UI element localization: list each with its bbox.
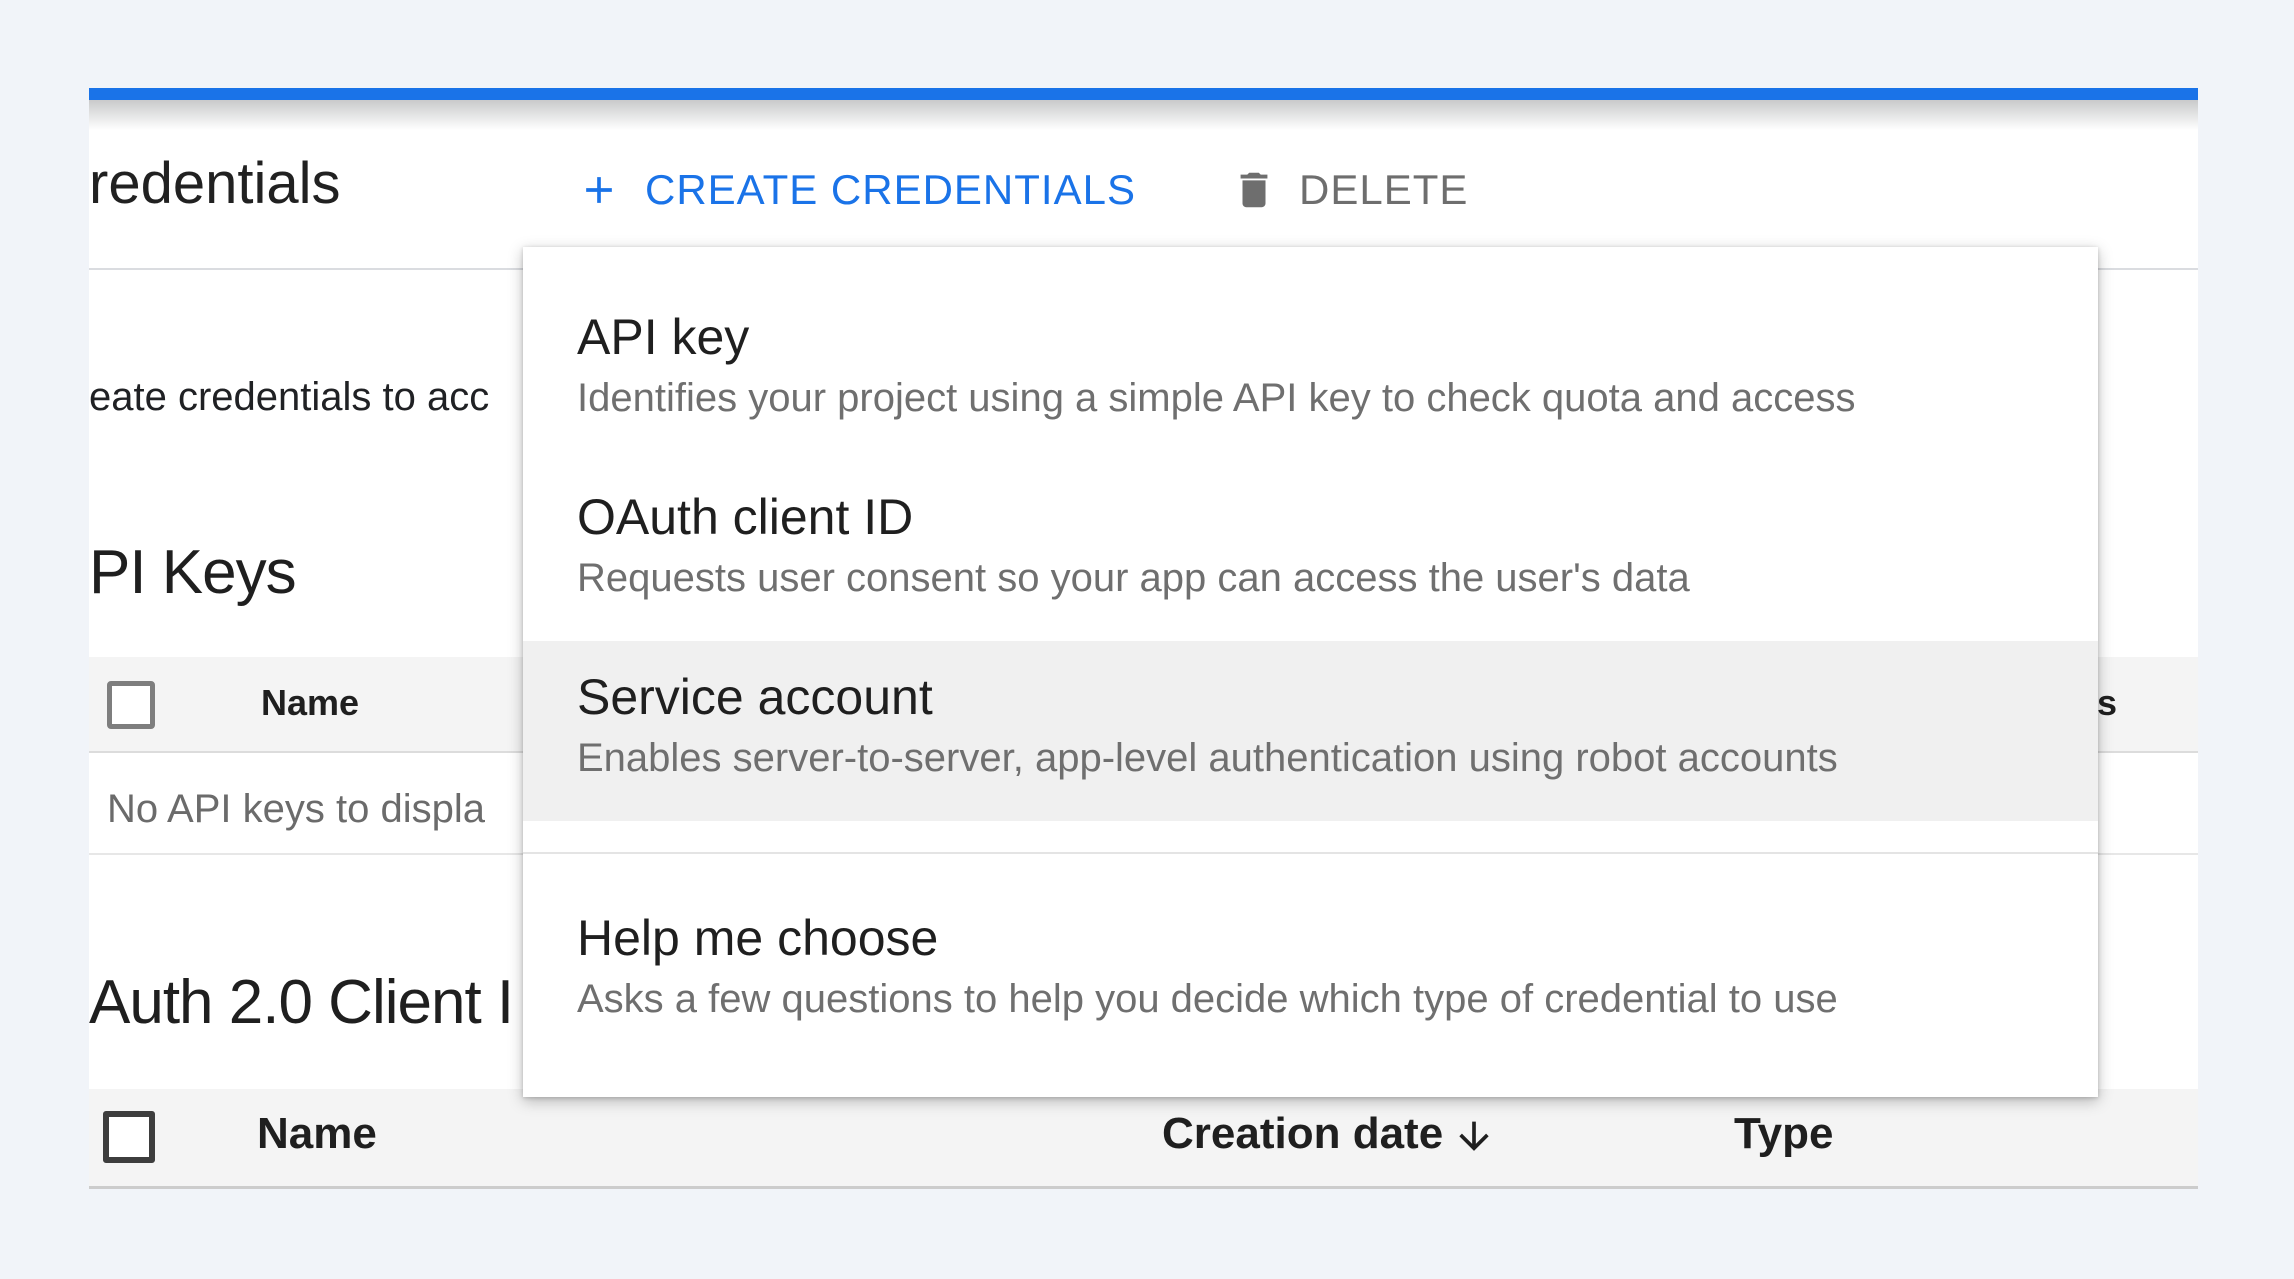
menu-item-title: OAuth client ID [577, 485, 2044, 549]
header-shadow [89, 100, 2198, 130]
menu-item-title: API key [577, 305, 2044, 369]
select-all-api-keys-checkbox[interactable] [107, 681, 155, 729]
select-all-oauth-clients-checkbox[interactable] [103, 1111, 155, 1163]
menu-item-service-account[interactable]: Service account Enables server-to-server… [523, 641, 2098, 821]
api-keys-name-column-header[interactable]: Name [261, 682, 359, 724]
api-keys-clipped-column-header: s [2097, 682, 2117, 724]
create-credentials-menu: API key Identifies your project using a … [523, 247, 2098, 1097]
oauth-type-column-header[interactable]: Type [1734, 1109, 1833, 1159]
credentials-page: redentials CREATE CREDENTIALS DELETE eat… [0, 0, 2294, 1279]
sort-descending-icon[interactable] [1452, 1114, 1496, 1158]
menu-item-description: Enables server-to-server, app-level auth… [577, 729, 2044, 787]
api-keys-empty-message: No API keys to displa [107, 782, 485, 836]
menu-divider [523, 852, 2098, 854]
menu-item-help-me-choose[interactable]: Help me choose Asks a few questions to h… [523, 882, 2098, 1062]
menu-item-title: Help me choose [577, 906, 2044, 970]
top-accent-bar [89, 88, 2198, 100]
menu-item-api-key[interactable]: API key Identifies your project using a … [523, 281, 2098, 461]
trash-icon [1231, 167, 1277, 213]
menu-item-oauth-client-id[interactable]: OAuth client ID Requests user consent so… [523, 461, 2098, 641]
api-keys-heading: PI Keys [89, 536, 296, 610]
menu-item-description: Asks a few questions to help you decide … [577, 970, 2044, 1028]
delete-label: DELETE [1299, 166, 1468, 214]
page-title: redentials [89, 149, 340, 219]
oauth-name-column-header[interactable]: Name [257, 1109, 377, 1159]
plus-icon [577, 168, 621, 212]
oauth-clients-heading: Auth 2.0 Client I [89, 966, 513, 1040]
oauth-clients-table-header: Name Creation date Type [89, 1089, 2198, 1189]
menu-item-description: Identifies your project using a simple A… [577, 369, 2044, 427]
create-credentials-button[interactable]: CREATE CREDENTIALS [577, 162, 1136, 218]
delete-button[interactable]: DELETE [1231, 162, 1468, 218]
intro-text: eate credentials to acc [89, 370, 489, 424]
menu-item-description: Requests user consent so your app can ac… [577, 549, 2044, 607]
oauth-creation-date-column-header[interactable]: Creation date [1162, 1109, 1443, 1159]
create-credentials-label: CREATE CREDENTIALS [645, 166, 1136, 214]
menu-item-title: Service account [577, 665, 2044, 729]
